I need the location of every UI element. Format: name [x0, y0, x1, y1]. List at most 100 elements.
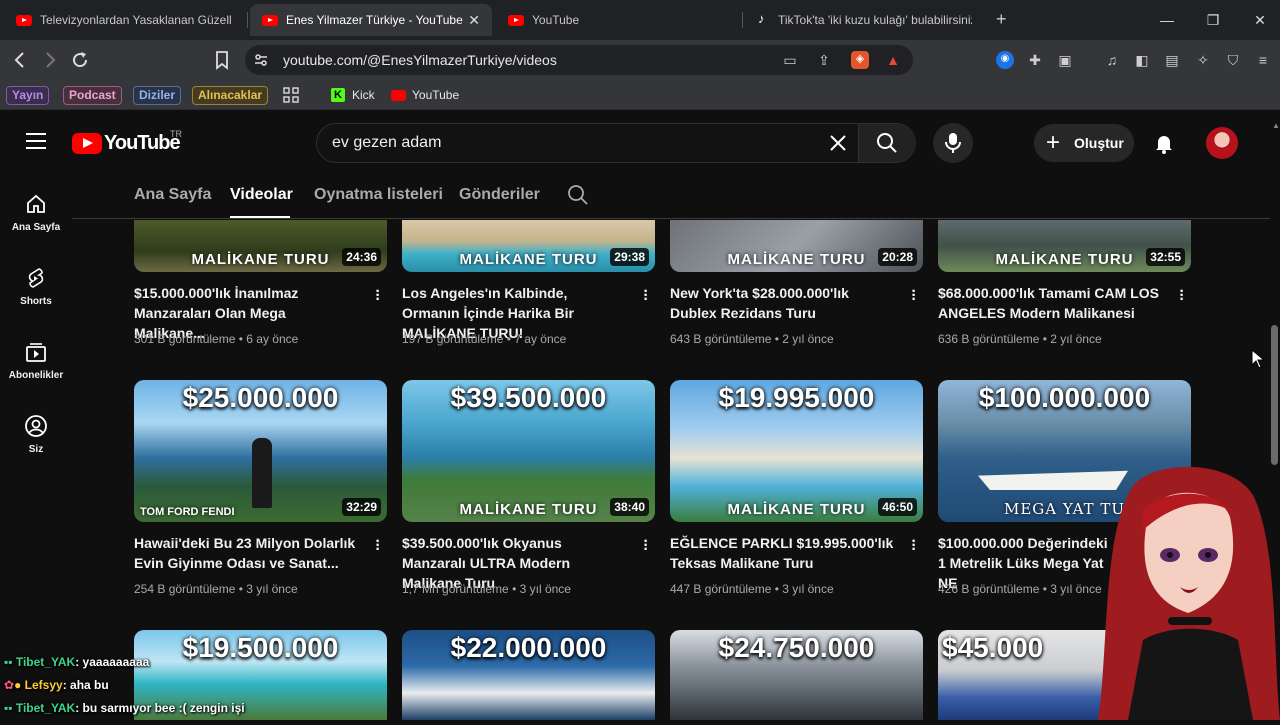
- bookmark-kick[interactable]: Kick: [352, 88, 375, 102]
- chat-message: ▪▪ Tibet_YAK: yaaaaaaaaa: [4, 655, 149, 669]
- bookmark-alinacaklar[interactable]: Alınacaklar: [192, 86, 269, 105]
- bookmark-podcast[interactable]: Podcast: [63, 86, 122, 105]
- tab-youtube[interactable]: YouTube: [496, 4, 736, 36]
- video-meta: 636 B görüntüleme • 2 yıl önce: [938, 332, 1102, 346]
- minimize-icon[interactable]: —: [1152, 8, 1182, 32]
- youtube-wordmark[interactable]: YouTube: [104, 132, 181, 155]
- notifications-bell-icon[interactable]: [1152, 131, 1176, 155]
- video-thumbnail[interactable]: $22.000.000: [402, 630, 655, 720]
- rail-item-you[interactable]: Siz: [0, 414, 72, 455]
- tiktok-favicon-icon: [758, 11, 770, 27]
- kick-icon: K: [331, 88, 345, 102]
- person-figure: [252, 438, 272, 508]
- tab-gonderiler[interactable]: Gönderiler: [459, 186, 540, 204]
- bookmark-diziler[interactable]: Diziler: [133, 86, 182, 105]
- home-icon: [24, 192, 48, 216]
- search-button[interactable]: [858, 124, 916, 162]
- youtube-logo-icon[interactable]: [72, 133, 102, 154]
- video-thumbnail[interactable]: $24.750.000: [670, 630, 923, 720]
- video-title[interactable]: EĞLENCE PARKLI $19.995.000'lık Teksas Ma…: [670, 533, 895, 573]
- wallet-icon[interactable]: ▤: [1164, 52, 1180, 68]
- plus-icon: +: [1046, 129, 1061, 156]
- thumbnail-price: $24.750.000: [718, 632, 875, 663]
- video-title[interactable]: New York'ta $28.000.000'lık Dublex Rezid…: [670, 283, 895, 323]
- rail-item-shorts[interactable]: Shorts: [0, 266, 72, 307]
- more-options-icon[interactable]: · · ·: [374, 534, 382, 558]
- sidebar-icon[interactable]: ◧: [1134, 52, 1150, 68]
- bookmark-yayin[interactable]: Yayın: [6, 86, 50, 105]
- video-thumbnail[interactable]: MALİKANE TURU 20:28: [670, 220, 923, 272]
- video-thumbnail[interactable]: $39.500.000 MALİKANE TURU 38:40: [402, 380, 655, 522]
- scroll-up-arrow-icon[interactable]: ▲: [1272, 121, 1280, 130]
- tab-tiktok[interactable]: TikTok'ta 'iki kuzu kulağı' bulabilirsin…: [746, 4, 984, 36]
- chat-message: ▪▪ Tibet_YAK: bu sarmıyor bee :( zengin …: [4, 701, 245, 715]
- menu-icon[interactable]: ≡: [1255, 52, 1271, 68]
- more-options-icon[interactable]: · · ·: [910, 534, 918, 558]
- video-meta: 447 B görüntüleme • 3 yıl önce: [670, 582, 834, 596]
- tab-televizyonlardan[interactable]: Televizyonlardan Yasaklanan Güzellik: [4, 4, 244, 36]
- cast-icon[interactable]: ▭: [782, 52, 798, 68]
- brave-shield-icon[interactable]: ◈: [851, 51, 869, 69]
- video-title[interactable]: Hawaii'deki Bu 23 Milyon Dolarlık Evin G…: [134, 533, 359, 573]
- more-options-icon[interactable]: · · ·: [642, 534, 650, 558]
- chat-username: Lefsyy: [24, 678, 63, 692]
- search-query[interactable]: ev gezen adam: [332, 134, 441, 152]
- video-title[interactable]: $68.000.000'lık Tamami CAM LOS ANGELES M…: [938, 283, 1163, 323]
- clear-search-icon[interactable]: [828, 133, 848, 153]
- chat-username: Tibet_YAK: [15, 655, 76, 669]
- channel-search-icon[interactable]: [567, 184, 589, 206]
- video-thumbnail[interactable]: MALİKANE TURU 24:36: [134, 220, 387, 272]
- tab-close-icon[interactable]: ✕: [468, 12, 480, 29]
- extension-blue-icon[interactable]: ◉: [996, 51, 1014, 69]
- video-thumbnail[interactable]: $19.995.000 MALİKANE TURU 46:50: [670, 380, 923, 522]
- create-button[interactable]: + Oluştur: [1034, 124, 1134, 162]
- video-meta: 426 B görüntüleme • 3 yıl önce: [938, 582, 1102, 596]
- forward-icon[interactable]: [38, 48, 62, 72]
- url-text[interactable]: youtube.com/@EnesYilmazerTurkiye/videos: [283, 52, 557, 68]
- tab-search-icon[interactable]: ▣: [1057, 52, 1073, 68]
- voice-search-button[interactable]: [933, 123, 973, 163]
- account-avatar[interactable]: [1206, 127, 1238, 159]
- more-options-icon[interactable]: · · ·: [642, 284, 650, 308]
- create-label: Oluştur: [1074, 135, 1124, 151]
- video-thumbnail[interactable]: $25.000.000 TOM FORD FENDI 32:29: [134, 380, 387, 522]
- more-options-icon[interactable]: · · ·: [374, 284, 382, 308]
- tab-oynatma-listeleri[interactable]: Oynatma listeleri: [314, 186, 443, 204]
- extensions-icon[interactable]: ✚: [1027, 52, 1043, 68]
- bookmark-icon[interactable]: [210, 48, 234, 72]
- rail-item-home[interactable]: Ana Sayfa: [0, 192, 72, 233]
- rail-label: Siz: [28, 444, 44, 455]
- leo-ai-icon[interactable]: ✧: [1195, 52, 1211, 68]
- restore-icon[interactable]: ❐: [1198, 8, 1228, 32]
- thumbnail-price: $19.995.000: [718, 382, 875, 413]
- tab-ana-sayfa[interactable]: Ana Sayfa: [134, 186, 211, 204]
- hamburger-menu-icon[interactable]: [26, 133, 46, 151]
- rail-label: Shorts: [20, 296, 52, 307]
- chat-message: ✿● Lefsyy: aha bu: [4, 678, 109, 692]
- rail-item-subscriptions[interactable]: Abonelikler: [0, 340, 72, 381]
- reload-icon[interactable]: [68, 48, 92, 72]
- site-info-icon[interactable]: [253, 52, 269, 68]
- tab-enes-yilmazer[interactable]: Enes Yilmazer Türkiye - YouTube ✕: [250, 4, 492, 36]
- tab-separator: [247, 12, 248, 28]
- brave-rewards-icon[interactable]: ▲: [885, 52, 901, 68]
- more-options-icon[interactable]: · · ·: [910, 284, 918, 308]
- media-control-icon[interactable]: ♫: [1104, 52, 1120, 68]
- apps-grid-icon[interactable]: [283, 87, 299, 103]
- share-icon[interactable]: ⇪: [816, 52, 832, 68]
- bookmark-youtube[interactable]: YouTube: [412, 88, 459, 102]
- youtube-bookmark-icon: [391, 90, 406, 101]
- close-window-icon[interactable]: ✕: [1245, 8, 1275, 32]
- chat-badge-icon: ▪▪: [4, 701, 13, 715]
- more-options-icon[interactable]: · · ·: [1178, 284, 1186, 308]
- back-icon[interactable]: [8, 48, 32, 72]
- rail-label: Abonelikler: [8, 370, 64, 381]
- video-thumbnail[interactable]: MALİKANE TURU 29:38: [402, 220, 655, 272]
- chat-text: : aha bu: [62, 678, 109, 692]
- tab-videolar[interactable]: Videolar: [230, 186, 293, 204]
- scrollbar-thumb[interactable]: [1271, 325, 1278, 465]
- vpn-icon[interactable]: ⛉: [1225, 52, 1241, 68]
- chat-text: : bu sarmıyor bee :( zengin işi: [75, 701, 245, 715]
- new-tab-button[interactable]: +: [996, 9, 1007, 30]
- video-thumbnail[interactable]: MALİKANE TURU 32:55: [938, 220, 1191, 272]
